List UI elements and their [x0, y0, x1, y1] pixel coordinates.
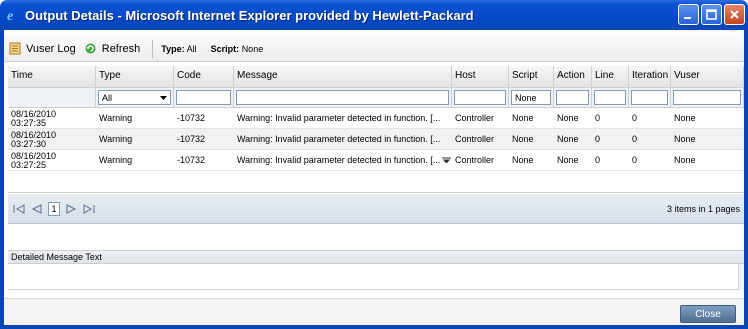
column-header-type[interactable]: Type — [96, 66, 174, 87]
table-row[interactable]: 08/16/2010 03:27:35 Warning -10732 Warnin… — [8, 108, 744, 129]
grid-header-row: Time Type Code Message Host Script Actio… — [8, 66, 744, 88]
cell-action: None — [557, 113, 579, 123]
last-page-icon[interactable] — [82, 202, 96, 216]
detailed-message-title: Detailed Message Text — [8, 250, 744, 264]
output-grid: Time Type Code Message Host Script Actio… — [8, 66, 744, 171]
cell-time: 08/16/2010 03:27:25 — [11, 151, 57, 170]
cell-host: Controller — [455, 155, 495, 165]
toolbar-divider — [152, 39, 154, 58]
minimize-button[interactable] — [678, 4, 699, 25]
cell-line: 0 — [595, 134, 601, 144]
cell-action: None — [557, 134, 579, 144]
cell-message: Warning: Invalid parameter detected in f… — [237, 134, 441, 144]
iteration-filter-input[interactable] — [631, 90, 668, 105]
next-page-icon[interactable] — [64, 202, 78, 216]
close-window-button[interactable] — [724, 4, 745, 25]
cell-host: Controller — [455, 113, 495, 123]
grid-rows: 08/16/2010 03:27:35 Warning -10732 Warnin… — [8, 108, 744, 171]
script-filter-info: Script: None — [211, 44, 264, 54]
previous-page-icon[interactable] — [30, 202, 44, 216]
maximize-button[interactable] — [701, 4, 722, 25]
detail-scrollbar[interactable] — [738, 264, 744, 290]
vuser-log-button[interactable]: Vuser Log — [4, 39, 80, 59]
line-filter-input[interactable] — [594, 90, 626, 105]
refresh-icon — [84, 42, 98, 56]
column-header-line[interactable]: Line — [592, 66, 629, 87]
cell-type: Warning — [99, 155, 133, 165]
cell-script: None — [512, 134, 534, 144]
message-text: Warning: Invalid parameter detected in f… — [237, 155, 441, 165]
ie-icon: e — [5, 7, 21, 23]
cell-code: -10732 — [177, 134, 206, 144]
column-header-message[interactable]: Message — [234, 66, 452, 87]
expand-message-icon[interactable] — [442, 155, 452, 165]
pager-info: 3 items in 1 pages — [666, 203, 740, 214]
column-header-code[interactable]: Code — [174, 66, 234, 87]
cell-type: Warning — [99, 113, 133, 123]
vuser-filter-input[interactable] — [673, 90, 741, 105]
cell-code: -10732 — [177, 155, 206, 165]
column-header-host[interactable]: Host — [452, 66, 509, 87]
current-page-number[interactable]: 1 — [48, 201, 60, 216]
column-header-time[interactable]: Time — [8, 66, 96, 87]
cell-action: None — [557, 155, 579, 165]
close-button[interactable]: Close — [680, 305, 736, 323]
type-filter-info: Type: All — [161, 44, 196, 54]
cell-message: Warning: Invalid parameter detected in f… — [234, 150, 452, 170]
cell-vuser: None — [674, 134, 696, 144]
refresh-button[interactable]: Refresh — [80, 39, 145, 59]
table-row[interactable]: 08/16/2010 03:27:25 Warning -10732 Warnin… — [8, 150, 744, 171]
cell-host: Controller — [455, 134, 495, 144]
refresh-label: Refresh — [101, 42, 141, 55]
column-header-iteration[interactable]: Iteration — [629, 66, 671, 87]
cell-message: Warning: Invalid parameter detected in f… — [237, 113, 441, 123]
script-filter-input[interactable] — [511, 90, 551, 105]
type-info-value: All — [186, 43, 197, 54]
cell-iteration: 0 — [632, 134, 638, 144]
dropdown-arrow-icon — [160, 93, 167, 103]
code-filter-input[interactable] — [176, 90, 231, 105]
first-page-icon[interactable] — [12, 202, 26, 216]
table-row[interactable]: 08/16/2010 03:27:30 Warning -10732 Warnin… — [8, 129, 744, 150]
type-info-label: Type: — [161, 43, 185, 54]
cell-script: None — [512, 113, 534, 123]
grid-empty-area — [8, 173, 744, 193]
window-title: Output Details - Microsoft Internet Expl… — [25, 7, 474, 23]
type-filter-value: All — [102, 92, 113, 103]
grid-filter-row: All — [8, 88, 744, 108]
pager: 1 3 items in 1 pages — [8, 194, 744, 224]
cell-code: -10732 — [177, 113, 206, 123]
column-header-vuser[interactable]: Vuser — [671, 66, 744, 87]
toolbar: Vuser Log Refresh Type: All Script: None — [4, 36, 744, 62]
cell-script: None — [512, 155, 534, 165]
window-title-bar[interactable]: e Output Details - Microsoft Internet Ex… — [0, 0, 748, 30]
cell-type: Warning — [99, 134, 133, 144]
cell-iteration: 0 — [632, 155, 638, 165]
message-filter-input[interactable] — [236, 90, 449, 105]
cell-iteration: 0 — [632, 113, 638, 123]
filter-cell-time — [8, 88, 96, 107]
cell-line: 0 — [595, 113, 601, 123]
type-filter-select[interactable]: All — [98, 90, 171, 105]
script-info-value: None — [241, 43, 264, 54]
host-filter-input[interactable] — [454, 90, 506, 105]
column-header-script[interactable]: Script — [509, 66, 554, 87]
cell-time: 08/16/2010 03:27:35 — [11, 109, 57, 128]
vuser-log-label: Vuser Log — [26, 42, 76, 55]
cell-time: 08/16/2010 03:27:30 — [11, 130, 57, 149]
detailed-message-text-area[interactable] — [8, 264, 744, 290]
cell-vuser: None — [674, 155, 696, 165]
svg-text:e: e — [7, 9, 13, 22]
column-header-action[interactable]: Action — [554, 66, 592, 87]
script-info-label: Script: — [210, 43, 240, 54]
cell-line: 0 — [595, 155, 601, 165]
cell-vuser: None — [674, 113, 696, 123]
action-filter-input[interactable] — [556, 90, 589, 105]
dialog-footer: Close — [4, 298, 744, 325]
log-icon — [8, 42, 22, 56]
